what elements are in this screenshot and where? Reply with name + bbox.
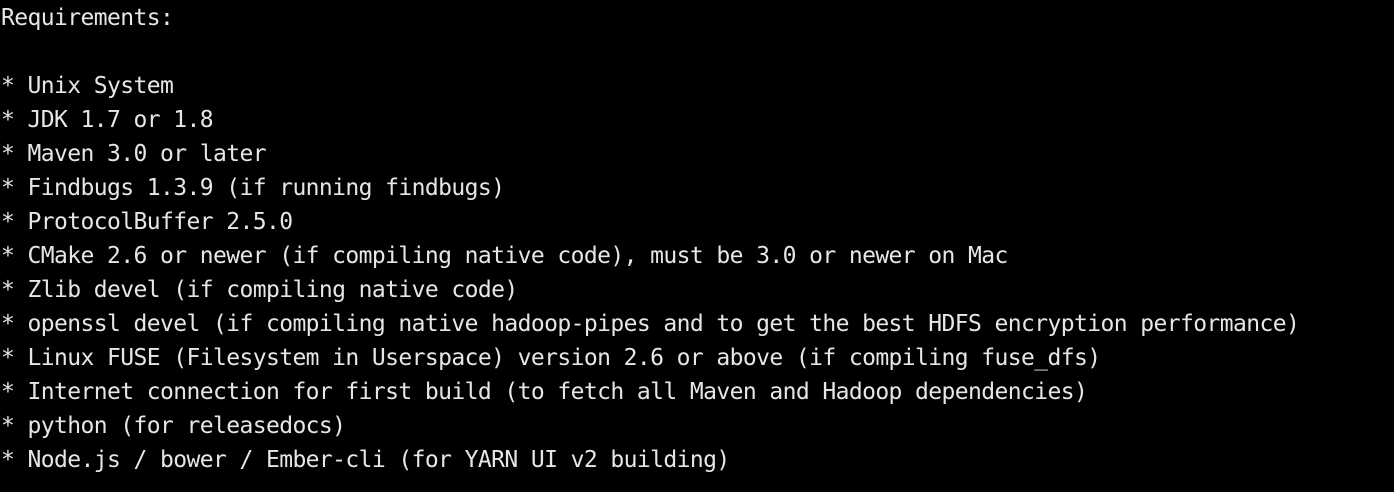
requirement-item: * Node.js / bower / Ember-cli (for YARN …: [1, 447, 730, 473]
requirement-item: * Maven 3.0 or later: [1, 141, 267, 167]
requirement-item: * Internet connection for first build (t…: [1, 379, 1088, 405]
requirements-list: * Unix System * JDK 1.7 or 1.8 * Maven 3…: [1, 69, 1394, 477]
terminal-output: Requirements: * Unix System * JDK 1.7 or…: [0, 0, 1394, 492]
requirement-item: * Unix System: [1, 73, 174, 99]
requirement-item: * Findbugs 1.3.9 (if running findbugs): [1, 175, 505, 201]
requirement-item: * Zlib devel (if compiling native code): [1, 277, 518, 303]
requirement-item: * python (for releasedocs): [1, 413, 346, 439]
requirement-item: * ProtocolBuffer 2.5.0: [1, 209, 293, 235]
requirement-item: * Linux FUSE (Filesystem in Userspace) v…: [1, 345, 1101, 371]
requirements-heading: Requirements:: [1, 5, 174, 31]
requirement-item: * CMake 2.6 or newer (if compiling nativ…: [1, 243, 1008, 269]
requirement-item: * openssl devel (if compiling native had…: [1, 311, 1300, 337]
requirement-item: * JDK 1.7 or 1.8: [1, 107, 214, 133]
